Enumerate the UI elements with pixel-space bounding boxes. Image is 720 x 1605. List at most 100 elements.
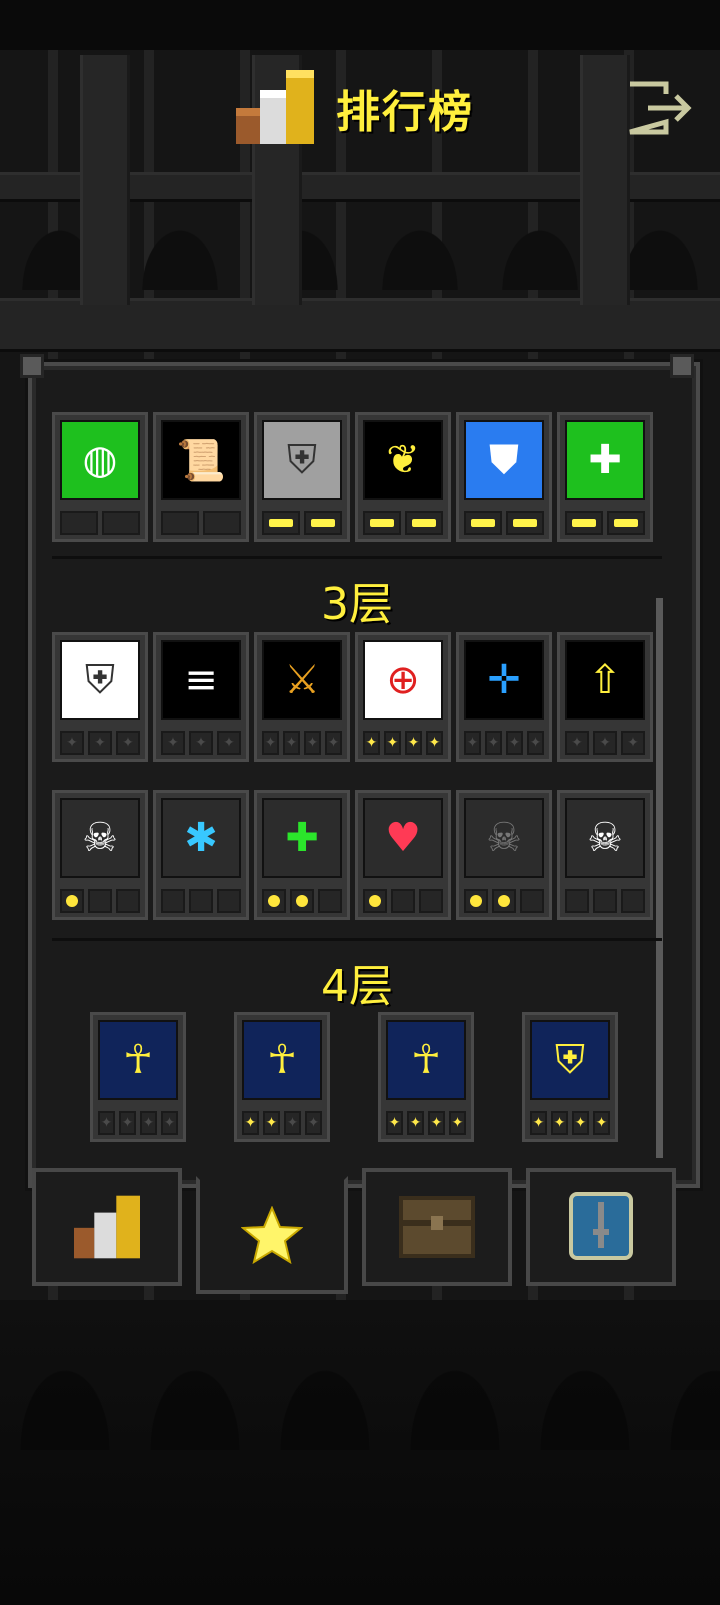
- level-slot: [88, 731, 112, 755]
- badge-item[interactable]: ⛨: [522, 1012, 618, 1142]
- window-corner: [670, 354, 694, 378]
- badge-item[interactable]: ☥: [90, 1012, 186, 1142]
- badge-level-slots: [60, 511, 140, 535]
- badge-item[interactable]: ⛊: [456, 412, 552, 542]
- badge-item[interactable]: ≡: [153, 632, 249, 762]
- exit-icon[interactable]: [626, 80, 696, 136]
- badge-item[interactable]: 📜: [153, 412, 249, 542]
- level-slot: [304, 731, 321, 755]
- level-slot: [551, 1111, 568, 1135]
- tab-challenges[interactable]: [526, 1168, 676, 1286]
- badge-level-slots: [565, 511, 645, 535]
- level-slot: [384, 731, 401, 755]
- level-slot: [464, 511, 502, 535]
- badge-level-slots: [161, 889, 241, 913]
- level-slot: [88, 889, 112, 913]
- item-row: ☠ ✱ ✚ ♥ ☠ ☠: [52, 790, 662, 925]
- ankh-upgrade-icon: ☥: [242, 1020, 322, 1100]
- badge-item[interactable]: ✛: [456, 632, 552, 762]
- podium-icon: [236, 70, 314, 144]
- level-slot: [506, 511, 544, 535]
- floor-label: 4层: [321, 961, 393, 1012]
- level-slot: [60, 889, 84, 913]
- level-slot: [262, 511, 300, 535]
- level-slot: [161, 889, 185, 913]
- level-slot: [506, 731, 523, 755]
- chest-icon: [399, 1196, 475, 1258]
- tab-badges[interactable]: [196, 1176, 348, 1294]
- badge-level-slots: [262, 731, 342, 755]
- level-slot: [464, 889, 488, 913]
- level-slot: [263, 1111, 280, 1135]
- ankh-plus-icon: ☥: [98, 1020, 178, 1100]
- window-corner: [20, 354, 44, 378]
- level-slot: [428, 1111, 445, 1135]
- badge-item[interactable]: ⛨: [52, 632, 148, 762]
- badge-level-slots: [60, 889, 140, 913]
- level-slot: [304, 511, 342, 535]
- level-slot: [203, 511, 241, 535]
- badge-level-slots: [363, 511, 443, 535]
- level-slot: [140, 1111, 157, 1135]
- badge-item[interactable]: ☠: [456, 790, 552, 920]
- level-slot: [290, 889, 314, 913]
- background-floor-arches: [0, 1330, 720, 1450]
- item-row: ⛨ ≡ ⚔ ⊕ ✛ ⇧: [52, 632, 662, 767]
- level-slot: [242, 1111, 259, 1135]
- level-slot: [593, 1111, 610, 1135]
- level-slot: [407, 1111, 424, 1135]
- level-slot: [284, 1111, 301, 1135]
- badge-item[interactable]: ☠: [557, 790, 653, 920]
- badge-item[interactable]: ❦: [355, 412, 451, 542]
- badge-level-slots: [530, 1111, 610, 1135]
- wand-plus-icon: ✚: [565, 420, 645, 500]
- badge-item[interactable]: ⛨: [254, 412, 350, 542]
- badge-item[interactable]: ☠: [52, 790, 148, 920]
- tab-leaderboard[interactable]: [32, 1168, 182, 1286]
- tab-items[interactable]: [362, 1168, 512, 1286]
- level-slot: [607, 511, 645, 535]
- level-slot: [621, 889, 645, 913]
- scroll-leaf-icon: ❦: [363, 420, 443, 500]
- scroll-upgrade-icon: ⇧: [565, 640, 645, 720]
- badge-level-slots: [363, 889, 443, 913]
- level-slot: [325, 731, 342, 755]
- badge-item[interactable]: ✚: [557, 412, 653, 542]
- badge-level-slots: [464, 511, 544, 535]
- level-slot: [621, 731, 645, 755]
- level-slot: [593, 731, 617, 755]
- badge-level-slots: [242, 1111, 322, 1135]
- badge-level-slots: [262, 511, 342, 535]
- level-slot: [98, 1111, 115, 1135]
- badge-item[interactable]: ✚: [254, 790, 350, 920]
- badge-item[interactable]: ♥: [355, 790, 451, 920]
- badge-item[interactable]: ⊕: [355, 632, 451, 762]
- level-slot: [572, 1111, 589, 1135]
- floor-label: 3层: [321, 579, 393, 630]
- level-slot: [405, 731, 422, 755]
- armor-cloth-icon: ⛨: [530, 1020, 610, 1100]
- level-slot: [262, 889, 286, 913]
- background-pillar: [80, 55, 130, 305]
- level-slot: [283, 731, 300, 755]
- level-slot: [485, 731, 502, 755]
- badge-item[interactable]: ◍: [52, 412, 148, 542]
- level-slot: [527, 731, 544, 755]
- level-slot: [217, 731, 241, 755]
- level-slot: [386, 1111, 403, 1135]
- badge-item[interactable]: ☥: [378, 1012, 474, 1142]
- level-slot: [189, 731, 213, 755]
- background-beam: [0, 298, 720, 352]
- level-slot: [565, 511, 603, 535]
- level-slot: [363, 731, 380, 755]
- armor-upgrade-icon: ⛨: [60, 640, 140, 720]
- sword-card-icon: [569, 1192, 633, 1260]
- badge-item[interactable]: ⚔: [254, 632, 350, 762]
- scroll-icon: 📜: [161, 420, 241, 500]
- level-slot: [116, 731, 140, 755]
- badge-item[interactable]: ☥: [234, 1012, 330, 1142]
- badge-item[interactable]: ✱: [153, 790, 249, 920]
- badge-item[interactable]: ⇧: [557, 632, 653, 762]
- ankh-key-icon: ☥: [386, 1020, 466, 1100]
- podium-icon: [74, 1195, 140, 1259]
